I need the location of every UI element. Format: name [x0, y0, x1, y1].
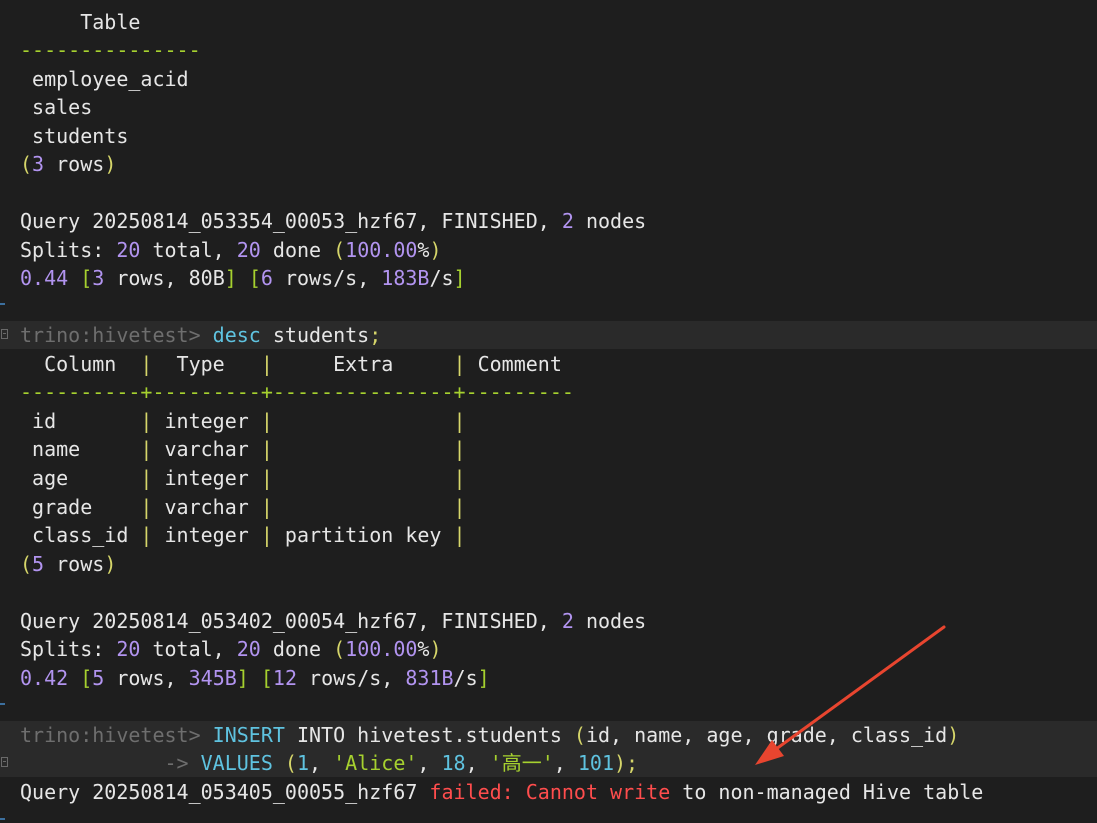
annotation-arrow-icon	[755, 625, 946, 765]
terminal-window[interactable]: Table --------------- employee_acid sale…	[0, 0, 1097, 823]
